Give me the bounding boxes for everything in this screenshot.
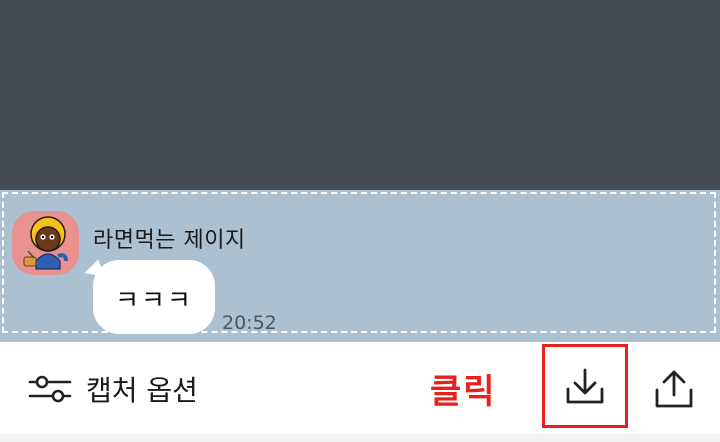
message-timestamp: 20:52 <box>222 312 277 334</box>
capture-options-label: 캡처 옵션 <box>86 374 198 407</box>
share-icon <box>655 370 693 408</box>
dimmed-overlay <box>0 0 720 190</box>
profile-character-icon <box>23 216 68 270</box>
click-annotation: 클릭 <box>430 372 497 412</box>
download-icon <box>566 368 604 404</box>
chat-capture-area: 라면먹는 제이지 ㅋㅋㅋ 20:52 <box>0 190 720 342</box>
message-text: ㅋㅋㅋ <box>115 286 193 316</box>
share-button[interactable] <box>645 360 703 418</box>
save-image-button[interactable] <box>542 344 628 428</box>
sender-name: 라면먹는 제이지 <box>93 228 246 253</box>
capture-toolbar: 캡처 옵션 클릭 <box>0 342 720 434</box>
bottom-strip <box>0 434 720 442</box>
avatar[interactable] <box>12 211 79 275</box>
message-bubble[interactable]: ㅋㅋㅋ <box>81 259 215 334</box>
capture-options-button[interactable]: 캡처 옵션 <box>28 360 198 418</box>
sliders-icon <box>28 375 72 403</box>
